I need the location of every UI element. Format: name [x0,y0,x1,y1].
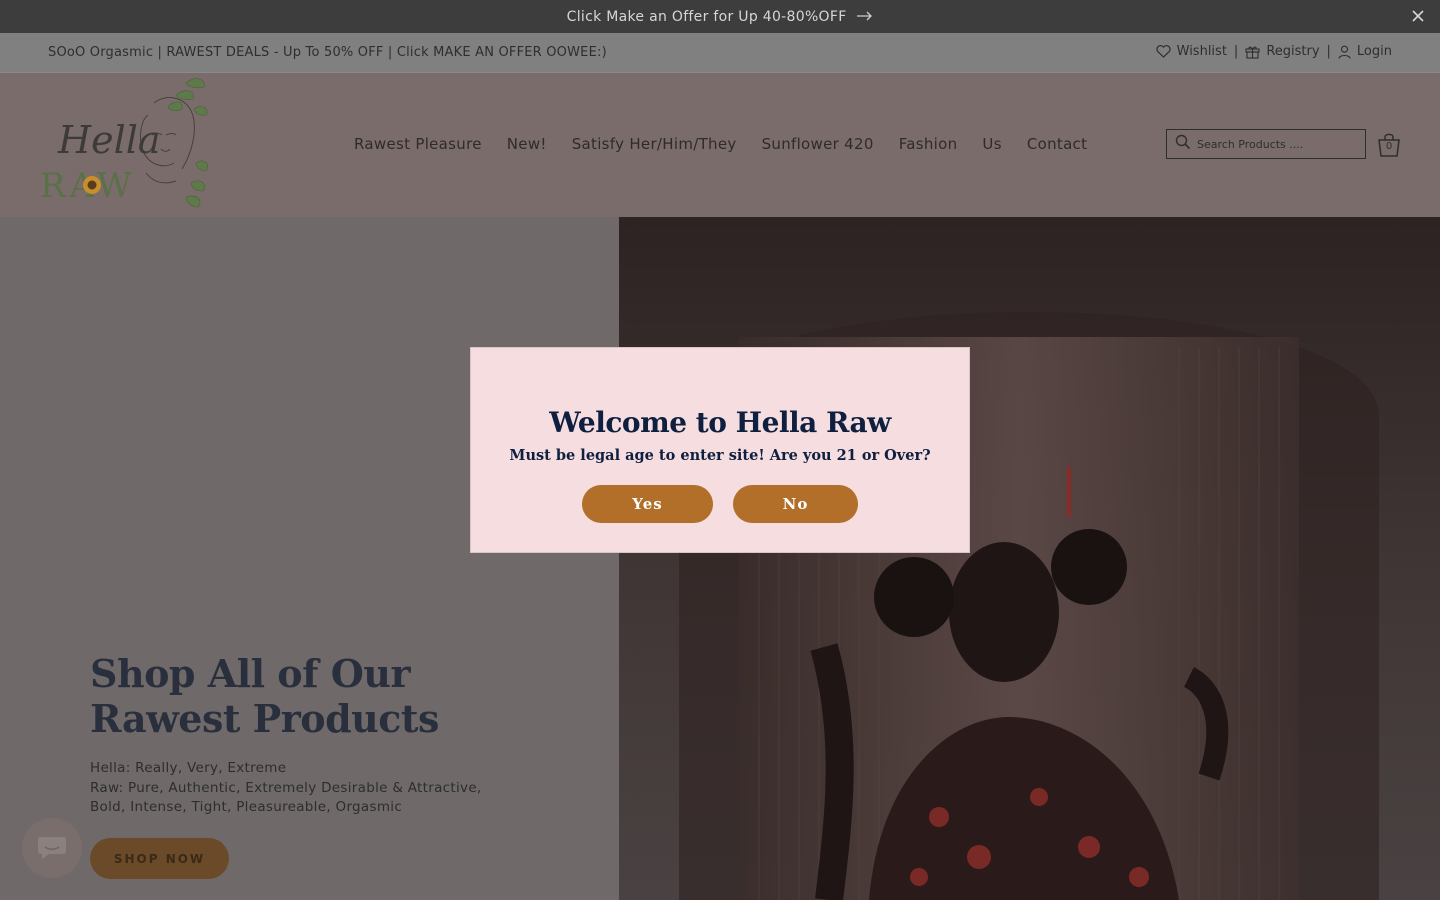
gift-icon [1245,45,1260,59]
search-box[interactable] [1166,129,1366,159]
registry-label: Registry [1266,44,1320,59]
login-link[interactable]: Login [1338,44,1392,59]
nav-item-satisfy[interactable]: Satisfy Her/Him/They [572,135,737,153]
chat-button[interactable] [22,818,82,878]
nav-item-sunflower-420[interactable]: Sunflower 420 [762,135,874,153]
age-yes-button[interactable]: Yes [582,485,713,523]
logo-word-hella: Hella [57,118,161,162]
login-label: Login [1356,44,1392,59]
announcement-bar: Click Make an Offer for Up 40-80%OFF [0,0,1440,33]
hero-desc-line2: Raw: Pure, Authentic, Extremely Desirabl… [90,779,482,796]
hero-image [619,217,1440,900]
cart-count: 0 [1385,141,1393,152]
arrow-right-icon [857,9,873,25]
modal-title: Welcome to Hella Raw [549,406,891,439]
nav-item-rawest-pleasure[interactable]: Rawest Pleasure [354,135,482,153]
registry-link[interactable]: Registry [1245,44,1320,59]
heart-icon [1156,45,1171,58]
shop-now-button[interactable]: SHOP NOW [90,838,229,879]
close-icon[interactable] [1410,8,1426,24]
utility-bar: SOoO Orgasmic | RAWEST DEALS - Up To 50%… [0,33,1440,73]
account-links: Wishlist | Registry | Login [1156,44,1392,59]
search-input[interactable] [1197,137,1357,151]
separator: | [1326,44,1331,59]
promo-text[interactable]: SOoO Orgasmic | RAWEST DEALS - Up To 50%… [48,45,607,60]
hero-desc-line1: Hella: Really, Very, Extreme [90,760,287,776]
announcement-text[interactable]: Click Make an Offer for Up 40-80%OFF [567,9,847,25]
age-verification-modal: Welcome to Hella Raw Must be legal age t… [470,347,970,553]
nav-item-fashion[interactable]: Fashion [899,135,958,153]
wishlist-label: Wishlist [1176,44,1227,59]
hero-title-line2: Rawest Products [90,696,439,741]
nav-item-new[interactable]: New! [507,135,547,153]
site-logo[interactable]: Hella RAW [36,73,212,217]
main-nav: Rawest Pleasure New! Satisfy Her/Him/The… [354,135,1087,153]
search-icon[interactable] [1175,134,1191,154]
age-no-button[interactable]: No [733,485,858,523]
cart-button[interactable]: 0 [1377,132,1401,158]
hero-title: Shop All of Our Rawest Products [90,651,439,741]
hero-desc-line3: Bold, Intense, Tight, Pleasureable, Orga… [90,799,403,815]
nav-item-contact[interactable]: Contact [1027,135,1087,153]
nav-item-us[interactable]: Us [982,135,1001,153]
announcement-link[interactable]: Click Make an Offer for Up 40-80%OFF [0,9,1440,25]
chat-icon [38,837,66,859]
user-icon [1338,45,1351,59]
wishlist-link[interactable]: Wishlist [1156,44,1227,59]
separator: | [1233,44,1239,59]
hero-description: Hella: Really, Very, Extreme Raw: Pure, … [90,759,482,818]
hero-title-line1: Shop All of Our [90,651,410,696]
site-header: Hella RAW Rawest Pleasure New! Satisfy H… [0,73,1440,217]
modal-subtitle: Must be legal age to enter site! Are you… [509,447,931,464]
